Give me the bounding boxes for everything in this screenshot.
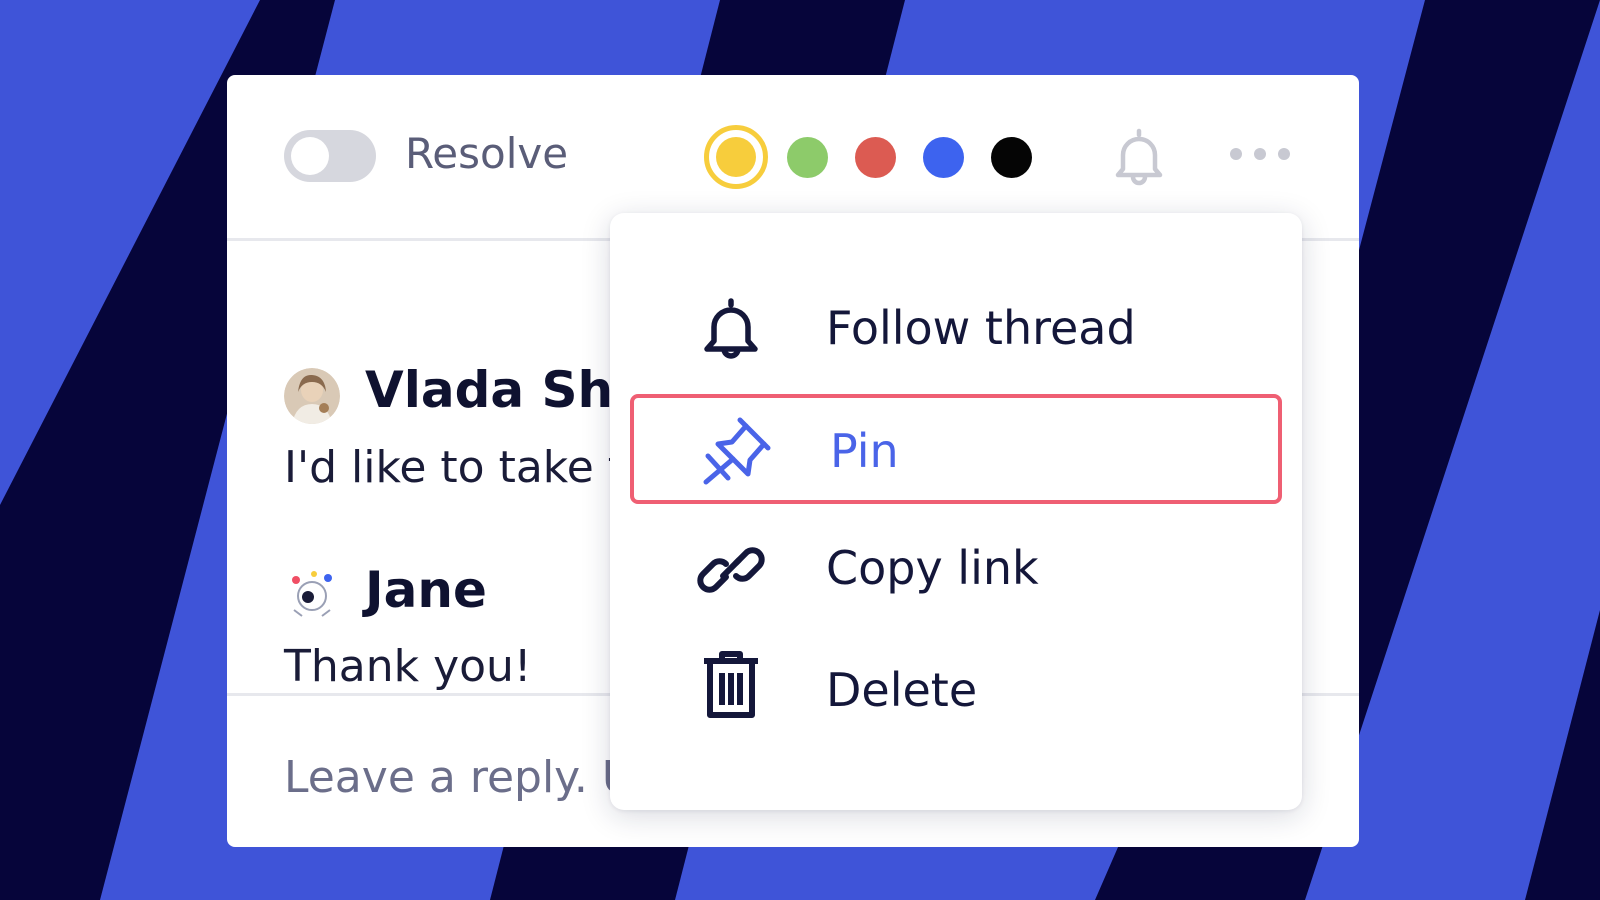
avatar: [284, 368, 340, 424]
avatar: [284, 566, 340, 622]
menu-item-label: Delete: [826, 663, 978, 717]
resolve-toggle[interactable]: [284, 130, 376, 182]
color-black[interactable]: [991, 137, 1032, 178]
menu-item-label: Follow thread: [826, 301, 1136, 355]
comment-author: Jane: [365, 561, 487, 619]
comment-text: I'd like to take t: [284, 442, 625, 493]
pin-icon: [700, 416, 771, 485]
comment-author: Vlada Shi: [365, 361, 631, 419]
color-yellow[interactable]: [716, 137, 756, 177]
bell-icon: [696, 297, 766, 363]
menu-item-pin[interactable]: Pin: [630, 394, 1282, 504]
color-blue[interactable]: [923, 137, 964, 178]
menu-item-delete[interactable]: Delete: [630, 637, 1282, 747]
menu-item-label: Copy link: [826, 541, 1039, 595]
menu-item-label: Pin: [830, 424, 899, 478]
toggle-knob: [291, 137, 329, 175]
color-green[interactable]: [787, 137, 828, 178]
menu-item-follow-thread[interactable]: Follow thread: [630, 275, 1282, 385]
thread-options-menu: Follow thread Pin Copy link Delete: [610, 213, 1302, 810]
notification-bell-icon[interactable]: [1107, 125, 1171, 193]
comment-text: Thank you!: [284, 641, 532, 692]
menu-item-copy-link[interactable]: Copy link: [630, 515, 1282, 625]
resolve-label: Resolve: [405, 129, 569, 178]
color-red[interactable]: [855, 137, 896, 178]
trash-icon: [696, 649, 766, 721]
link-icon: [696, 537, 766, 603]
more-options-icon[interactable]: [1229, 142, 1291, 170]
